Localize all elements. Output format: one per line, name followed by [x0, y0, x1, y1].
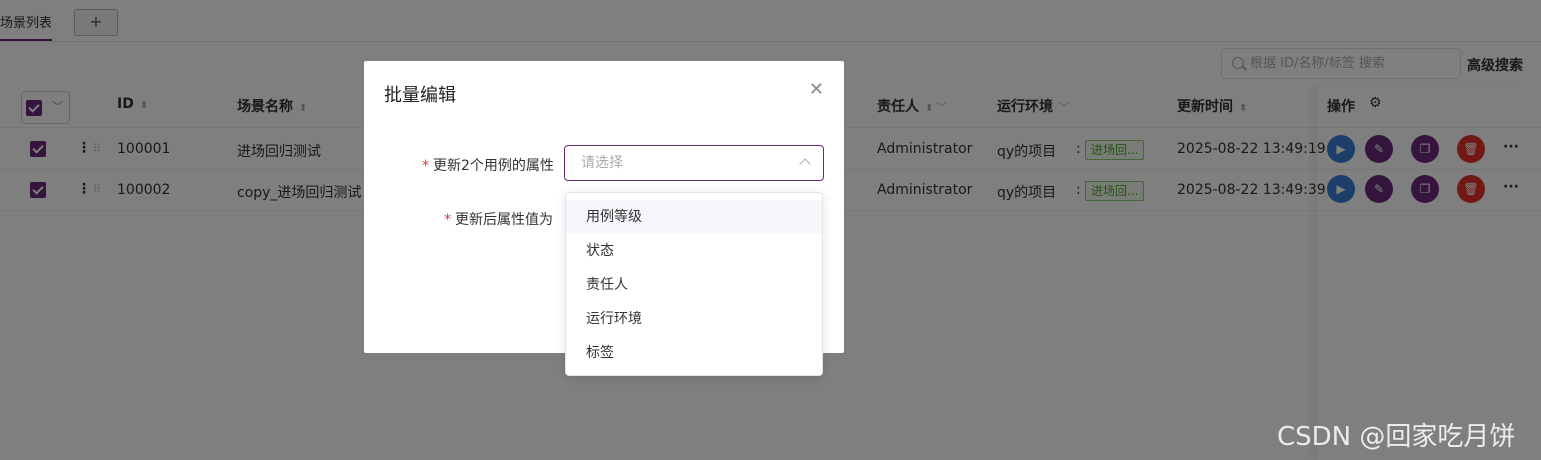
attribute-select[interactable]: 请选择 — [564, 145, 824, 181]
option-env[interactable]: 运行环境 — [566, 302, 822, 336]
option-case-level[interactable]: 用例等级 — [566, 200, 822, 234]
option-owner[interactable]: 责任人 — [566, 268, 822, 302]
option-status[interactable]: 状态 — [566, 234, 822, 268]
close-icon[interactable]: ✕ — [809, 79, 824, 100]
attribute-dropdown: 用例等级 状态 责任人 运行环境 标签 — [565, 192, 823, 376]
field-label-value: * 更新后属性值为 — [444, 212, 553, 228]
modal-title: 批量编辑 — [384, 85, 456, 106]
option-tag[interactable]: 标签 — [566, 336, 822, 370]
chevron-up-icon — [799, 158, 811, 170]
select-placeholder: 请选择 — [581, 155, 623, 171]
field-label-attribute: * 更新2个用例的属性 — [422, 158, 554, 174]
watermark: CSDN @回家吃月饼 — [1277, 422, 1516, 452]
